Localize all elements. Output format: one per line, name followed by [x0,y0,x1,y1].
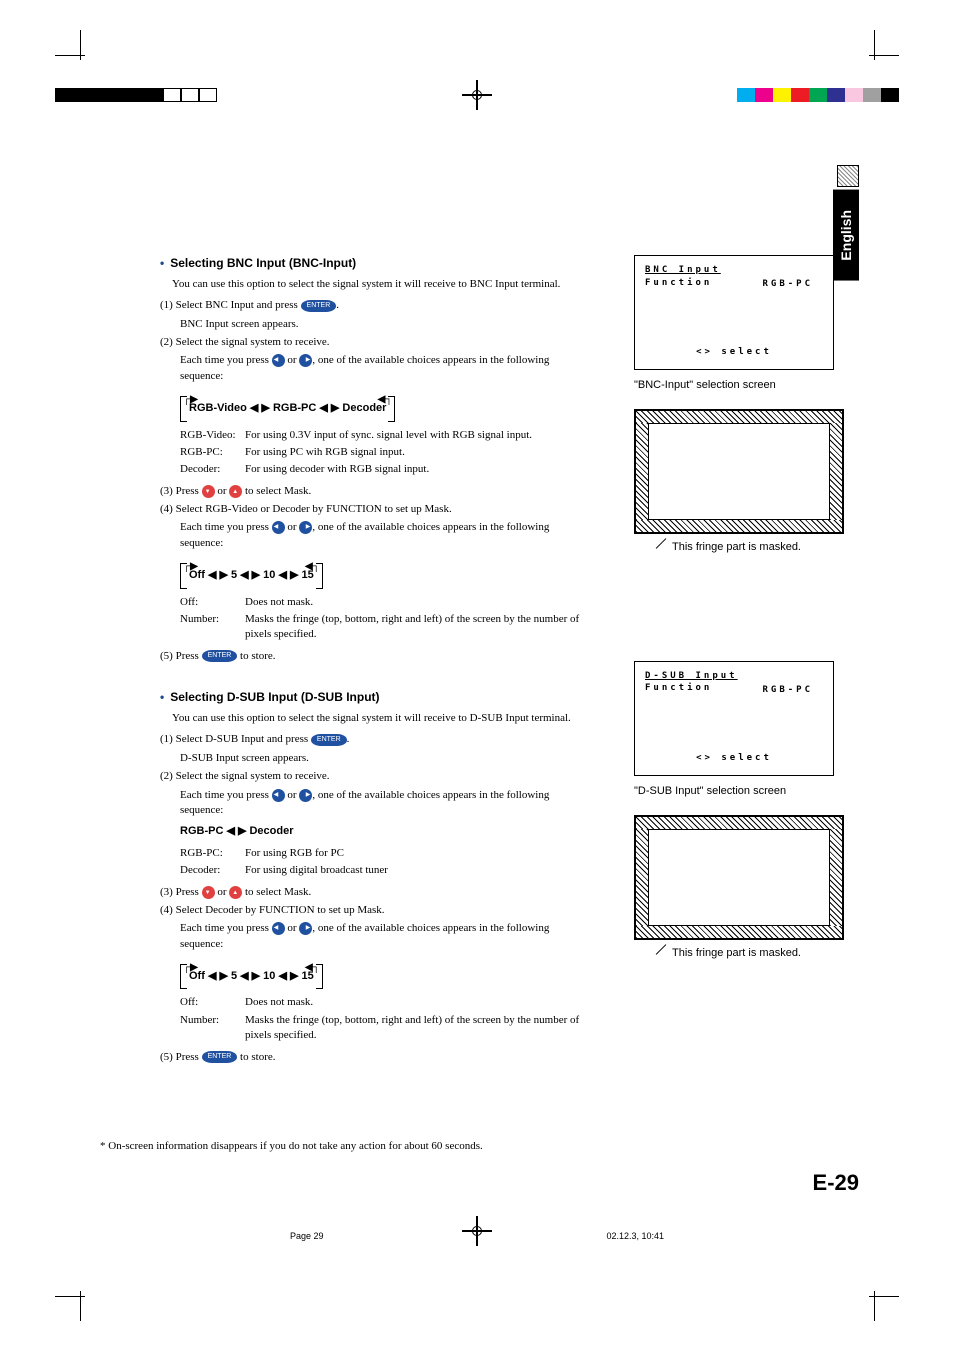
crop-mark [55,30,85,60]
print-registration-marks [0,80,954,110]
section-title-text: Selecting D-SUB Input (D-SUB Input) [170,690,379,704]
step-3: (3) Press or to select Mask. [160,885,580,900]
osd-title: BNC Input [645,264,823,277]
intro-text: You can use this option to select the si… [172,711,580,726]
fringe-label: This fringe part is masked. [654,946,854,961]
up-arrow-icon [229,886,242,899]
step-4-sub: Each time you press or , one of the avai… [180,921,580,952]
registration-cross-icon [462,80,492,110]
left-arrow-icon [272,521,285,534]
down-arrow-icon [202,886,215,899]
crop-mark [869,30,899,60]
definition-table-4: Off:Does not mask. Number:Masks the frin… [180,995,580,1043]
def-label: Decoder: [180,462,245,477]
language-tab: English [833,190,859,281]
def-label: Number: [180,1013,245,1044]
page-number: E-29 [813,1170,859,1196]
section-title-text: Selecting BNC Input (BNC-Input) [170,256,356,270]
crop-mark [869,1291,899,1321]
registration-cross-icon [462,1216,492,1246]
def-label: Number: [180,612,245,643]
intro-text: You can use this option to select the si… [172,277,580,292]
def-value: Masks the fringe (top, bottom, right and… [245,1013,580,1044]
def-value: For using PC wih RGB signal input. [245,445,580,460]
osd-caption-bnc: "BNC-Input" selection screen [634,378,854,393]
enter-button-icon: ENTER [301,300,337,312]
right-arrow-icon [299,354,312,367]
crop-mark [55,1291,85,1321]
step-1-sub: D-SUB Input screen appears. [180,751,580,766]
step-1: (1) Select D-SUB Input and press ENTER. [160,732,580,747]
step-2: (2) Select the signal system to receive. [160,769,580,784]
osd-select-hint: <> select [696,346,772,359]
def-value: Does not mask. [245,595,580,610]
cycle-diagram-bnc-2: ┌▶Off ◀ ▶ 5 ◀ ▶ 10 ◀ ▶ 15◀┐ [180,563,323,588]
left-arrow-icon [272,922,285,935]
def-value: Does not mask. [245,995,580,1010]
def-label: Off: [180,595,245,610]
registration-squares [55,88,217,102]
section-title-bnc: •Selecting BNC Input (BNC-Input) [160,255,580,272]
osd-title: D-SUB Input [645,670,823,683]
step-1-sub: BNC Input screen appears. [180,317,580,332]
step-2: (2) Select the signal system to receive. [160,335,580,350]
def-value: For using digital broadcast tuner [245,863,580,878]
def-label: RGB-PC: [180,445,245,460]
def-label: Decoder: [180,863,245,878]
def-value: For using decoder with RGB signal input. [245,462,580,477]
right-arrow-icon [299,789,312,802]
down-arrow-icon [202,485,215,498]
step-4: (4) Select RGB-Video or Decoder by FUNCT… [160,502,580,517]
step-3: (3) Press or to select Mask. [160,484,580,499]
osd-select-hint: <> select [696,752,772,765]
step-4: (4) Select Decoder by FUNCTION to set up… [160,903,580,918]
step-5: (5) Press ENTER to store. [160,649,580,664]
fringe-diagram [634,815,844,940]
step-2-sub: Each time you press or , one of the avai… [180,788,580,819]
footer-timestamp: 02.12.3, 10:41 [606,1231,664,1241]
def-value: For using RGB for PC [245,846,580,861]
def-label: Off: [180,995,245,1010]
def-label: RGB-Video: [180,428,245,443]
color-bars [737,88,899,102]
osd-screen-bnc: BNC Input Function RGB-PC <> select [634,255,834,370]
right-arrow-icon [299,521,312,534]
thumb-index-texture [837,165,859,187]
osd-caption-dsub: "D-SUB Input" selection screen [634,784,854,799]
left-arrow-icon [272,354,285,367]
definition-table-3: RGB-PC:For using RGB for PC Decoder:For … [180,846,580,879]
osd-screen-dsub: D-SUB Input Function RGB-PC <> select [634,661,834,776]
osd-value: RGB-PC [762,278,813,291]
step-4-sub: Each time you press or , one of the avai… [180,520,580,551]
cycle-diagram-dsub-2: ┌▶Off ◀ ▶ 5 ◀ ▶ 10 ◀ ▶ 15◀┐ [180,964,323,989]
def-value: Masks the fringe (top, bottom, right and… [245,612,580,643]
right-arrow-icon [299,922,312,935]
cycle-diagram-bnc-1: ┌▶RGB-Video ◀ ▶ RGB-PC ◀ ▶ Decoder◀┐ [180,396,395,421]
step-5: (5) Press ENTER to store. [160,1050,580,1065]
definition-table-2: Off:Does not mask. Number:Masks the frin… [180,595,580,643]
step-1: (1) Select BNC Input and press ENTER. [160,298,580,313]
up-arrow-icon [229,485,242,498]
footer-page: Page 29 [290,1231,324,1241]
fringe-diagram [634,409,844,534]
enter-button-icon: ENTER [202,1051,238,1063]
left-arrow-icon [272,789,285,802]
fringe-label: This fringe part is masked. [654,540,854,555]
step-2-sub: Each time you press or , one of the avai… [180,353,580,384]
footnote: * On-screen information disappears if yo… [100,1110,483,1152]
enter-button-icon: ENTER [311,734,347,746]
def-value: For using 0.3V input of sync. signal lev… [245,428,580,443]
section-title-dsub: •Selecting D-SUB Input (D-SUB Input) [160,689,580,706]
definition-table-1: RGB-Video:For using 0.3V input of sync. … [180,428,580,478]
enter-button-icon: ENTER [202,650,238,662]
def-label: RGB-PC: [180,846,245,861]
osd-value: RGB-PC [762,684,813,697]
cycle-diagram-dsub-1: RGB-PC ◀ ▶ Decoder [180,824,580,839]
